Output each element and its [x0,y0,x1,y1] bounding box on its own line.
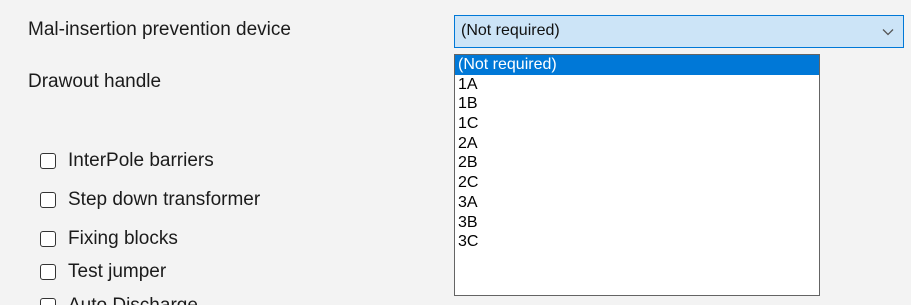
dropdown-option[interactable]: (Not required) [455,55,819,75]
checkbox-label: Auto Discharge [68,295,198,305]
dropdown-option[interactable]: 2B [455,153,819,173]
mal-insertion-label: Mal-insertion prevention device [28,19,291,40]
dropdown-option[interactable]: 2A [455,134,819,154]
mal-insertion-select[interactable]: (Not required) [454,15,904,48]
dropdown-option[interactable]: 3B [455,213,819,233]
options-panel: Mal-insertion prevention device (Not req… [0,0,911,305]
dropdown-option[interactable]: 3A [455,193,819,213]
dropdown-option[interactable]: 1B [455,94,819,114]
checkbox-step-down-transformer[interactable]: Step down transformer [40,187,260,213]
checkbox-label: Fixing blocks [68,228,178,249]
dropdown-option[interactable]: 1C [455,114,819,134]
checkbox-label: InterPole barriers [68,150,214,171]
checkbox-box[interactable] [40,153,56,169]
checkbox-test-jumper[interactable]: Test jumper [40,259,166,285]
checkbox-box[interactable] [40,298,56,305]
checkbox-label: Test jumper [68,261,167,282]
drawout-handle-label: Drawout handle [28,71,162,92]
checkbox-box[interactable] [40,231,56,247]
dropdown-option[interactable]: 1A [455,75,819,95]
checkbox-interpole-barriers[interactable]: InterPole barriers [40,148,214,174]
checkbox-box[interactable] [40,264,56,280]
dropdown-option[interactable]: 2C [455,173,819,193]
chevron-down-icon[interactable] [881,25,895,39]
checkbox-fixing-blocks[interactable]: Fixing blocks [40,226,178,252]
dropdown-option[interactable]: 3C [455,232,819,252]
checkbox-label: Step down transformer [68,189,261,210]
checkbox-box[interactable] [40,192,56,208]
mal-insertion-select-value: (Not required) [461,22,560,39]
mal-insertion-dropdown-list[interactable]: (Not required) 1A 1B 1C 2A 2B 2C 3A 3B 3… [454,54,820,296]
checkbox-auto-discharge[interactable]: Auto Discharge [40,293,198,305]
